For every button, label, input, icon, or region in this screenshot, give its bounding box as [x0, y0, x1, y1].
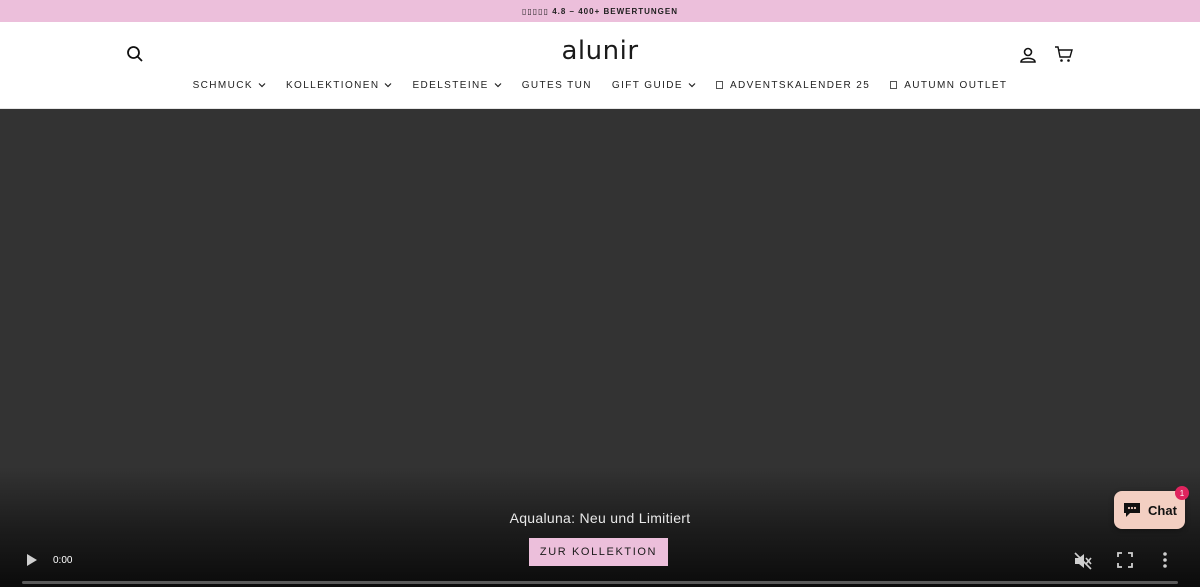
nav-item-gutes-tun[interactable]: GUTES TUN [512, 77, 602, 93]
play-icon[interactable] [26, 553, 40, 569]
chevron-down-icon [258, 83, 266, 88]
chevron-down-icon [688, 83, 696, 88]
more-options-icon[interactable] [1162, 551, 1172, 571]
nav-item-kollektionen[interactable]: KOLLEKTIONEN [276, 77, 403, 93]
chat-bubble-icon [1124, 503, 1141, 517]
nav-item-label: AUTUMN OUTLET [904, 79, 1008, 91]
nav-item-autumn-outlet[interactable]: AUTUMN OUTLET [880, 77, 1017, 93]
fullscreen-icon[interactable] [1117, 552, 1133, 568]
video-time: 0:00 [53, 555, 73, 566]
nav-item-label: SCHMUCK [192, 79, 253, 91]
nav-item-label: GUTES TUN [521, 79, 592, 91]
nav-item-schmuck[interactable]: SCHMUCK [183, 77, 276, 93]
nav-item-label: ADVENTSKALENDER 25 [729, 79, 871, 91]
chevron-down-icon [494, 83, 502, 88]
nav-item-label: KOLLEKTIONEN [285, 79, 380, 91]
hero-title: Aqualuna: Neu und Limitiert [509, 510, 691, 526]
nav-item-label: EDELSTEINE [412, 79, 489, 91]
missing-glyph-icon [890, 81, 898, 89]
announcement-bar: ▯▯▯▯▯ 4.8 – 400+ BEWERTUNGEN [0, 0, 1200, 22]
cart-icon[interactable] [1054, 44, 1076, 66]
missing-glyph-icon [715, 81, 723, 89]
chevron-down-icon [385, 83, 392, 88]
video-progress-bar[interactable] [22, 581, 1178, 584]
account-icon[interactable] [1019, 46, 1039, 66]
collection-button[interactable]: ZUR KOLLEKTION [529, 538, 668, 566]
chat-button[interactable]: Chat [1114, 491, 1185, 529]
main-nav: SCHMUCK KOLLEKTIONEN EDELSTEINE GUTES TU… [0, 77, 1200, 93]
hero-video[interactable]: Aqualuna: Neu und Limitiert ZUR KOLLEKTI… [0, 109, 1200, 587]
chat-label: Chat [1148, 502, 1177, 518]
nav-item-gift-guide[interactable]: GIFT GUIDE [602, 77, 706, 93]
announcement-text: ▯▯▯▯▯ 4.8 – 400+ BEWERTUNGEN [521, 6, 679, 16]
chat-notification-badge: 1 [1175, 486, 1189, 500]
nav-item-label: GIFT GUIDE [611, 79, 683, 91]
mute-icon[interactable] [1073, 551, 1093, 571]
site-header: alunir SCHMUCK KOLLEKTIONEN EDELSTEINE G… [0, 22, 1200, 109]
nav-item-adventskalender[interactable]: ADVENTSKALENDER 25 [706, 77, 880, 93]
nav-item-edelsteine[interactable]: EDELSTEINE [402, 77, 511, 93]
